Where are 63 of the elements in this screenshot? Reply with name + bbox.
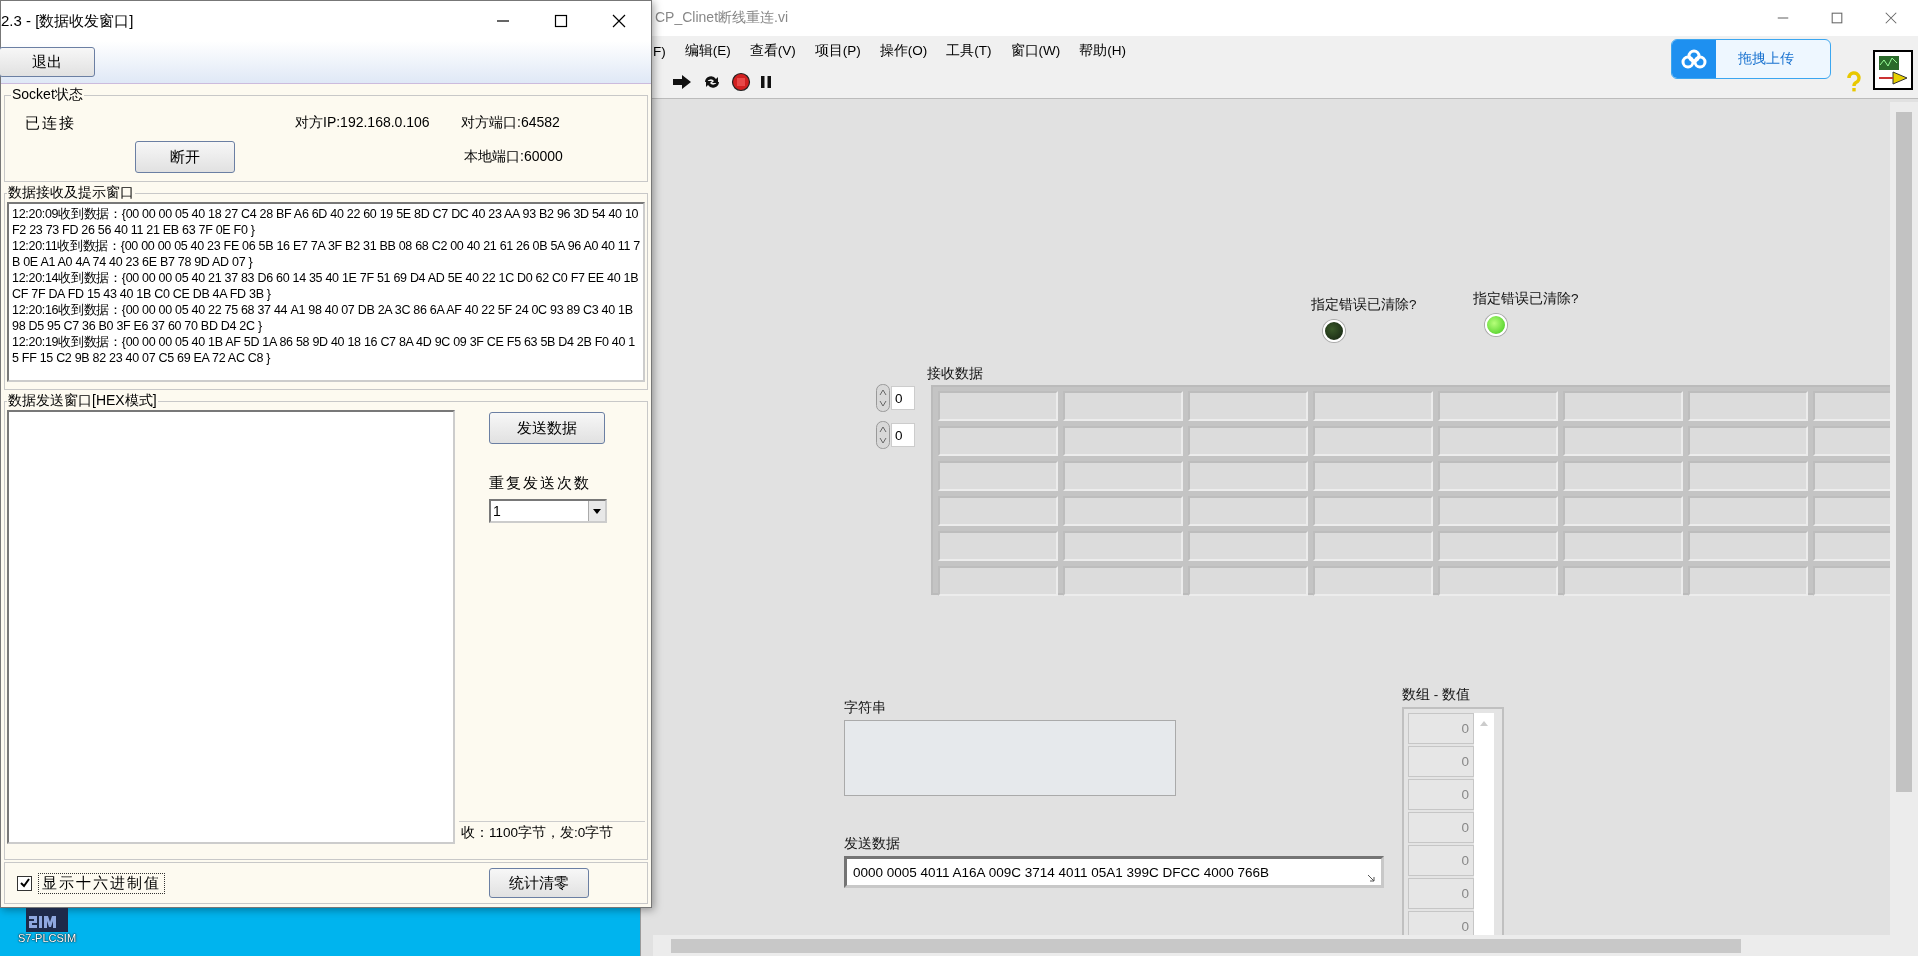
increment-decrement-icon[interactable] bbox=[876, 421, 890, 449]
array-index-field[interactable]: 0 bbox=[891, 423, 915, 447]
clear-stats-button[interactable]: 统计清零 bbox=[489, 868, 589, 898]
app-logo-icon bbox=[26, 908, 69, 932]
menu-item[interactable]: 帮助(H) bbox=[1079, 42, 1126, 60]
send-data-button[interactable]: 发送数据 bbox=[489, 412, 605, 444]
numeric-cell: 0 bbox=[1408, 713, 1474, 744]
increment-decrement-icon[interactable] bbox=[876, 384, 890, 412]
exit-button[interactable]: 退出 bbox=[0, 47, 95, 77]
array-label: 接收数据 bbox=[927, 365, 983, 383]
numeric-array-label: 数组 - 数值 bbox=[1402, 686, 1470, 704]
log-entry: 12:20:11收到数据：{00 00 00 05 40 23 FE 06 5B 16 E7 7A 3F B2 31 BB 08 68 C2 00 40 21 61 26 0B 5A 96 A0 40 11 7B 0E A1 A0 4A 74 40 23 6E B7 78 9D AD 07 } bbox=[12, 238, 640, 270]
numeric-cell: 0 bbox=[1408, 779, 1474, 810]
vi-icon bbox=[1873, 50, 1913, 90]
group-legend: 数据接收及提示窗口 bbox=[7, 184, 135, 202]
shortcut-label: S7-PLCSIM bbox=[18, 932, 77, 945]
group-legend: 数据发送窗口[HEX模式] bbox=[7, 392, 158, 410]
repeat-count-dropdown[interactable]: 1 bbox=[489, 499, 607, 523]
string-indicator-label: 字符串 bbox=[844, 699, 886, 717]
menu-item[interactable]: 窗口(W) bbox=[1010, 42, 1061, 60]
send-data-label: 发送数据 bbox=[844, 835, 900, 853]
remote-ip: 对方IP:192.168.0.106 bbox=[295, 114, 431, 132]
numeric-cell: 0 bbox=[1408, 878, 1474, 909]
run-arrow-icon[interactable] bbox=[671, 73, 693, 91]
abort-icon[interactable] bbox=[731, 72, 751, 92]
remote-port: 对方端口:64582 bbox=[461, 114, 560, 132]
pause-icon[interactable] bbox=[759, 74, 773, 90]
resize-grip-icon bbox=[1367, 874, 1375, 882]
menu-item[interactable]: 编辑(E) bbox=[684, 42, 731, 60]
log-entry: 12:20:09收到数据：{00 00 00 05 40 18 27 C4 28 BF A6 6D 40 22 60 19 5E 8D C7 DC 40 23 AA 93 B2 96 3D 54 40 10 F2 23 73 FD 26 56 40 11 21 EB 63 7F 0E F0 } bbox=[12, 206, 640, 238]
menu-item[interactable]: 工具(T) bbox=[946, 42, 992, 60]
menu-item[interactable]: 操作(O) bbox=[879, 42, 928, 60]
upload-button[interactable]: 拖拽上传 bbox=[1671, 39, 1831, 79]
cloud-icon bbox=[1672, 40, 1716, 78]
byte-counter: 收：1100字节，发:0字节 bbox=[459, 821, 645, 844]
vertical-scrollbar[interactable] bbox=[1890, 102, 1918, 935]
menu-item[interactable]: 项目(P) bbox=[814, 42, 861, 60]
menu-item[interactable]: 查看(V) bbox=[749, 42, 796, 60]
numeric-cell: 0 bbox=[1408, 911, 1474, 935]
menu-item[interactable]: F) bbox=[653, 43, 666, 59]
disconnect-button[interactable]: 断开 bbox=[135, 141, 235, 173]
checkmark-icon bbox=[18, 877, 31, 889]
window-title: CP_Clinet断线重连.vi bbox=[654, 9, 789, 27]
send-input-field[interactable] bbox=[7, 410, 455, 844]
send-data-field[interactable]: 0000 0005 4011 A16A 009C 3714 4011 05A1 399C DFCC 4000 766B bbox=[844, 856, 1384, 888]
checkbox[interactable] bbox=[17, 875, 32, 891]
numeric-cell: 0 bbox=[1408, 812, 1474, 843]
horizontal-scrollbar[interactable] bbox=[653, 935, 1918, 956]
local-port: 本地端口:60000 bbox=[464, 148, 563, 166]
window-title: 2.3 - [数据收发窗口] bbox=[1, 11, 135, 31]
numeric-cell: 0 bbox=[1408, 845, 1474, 876]
repeat-count-label: 重复发送次数 bbox=[489, 474, 591, 493]
led-label: 指定错误已清除? bbox=[1311, 296, 1417, 314]
maximize-icon[interactable] bbox=[553, 13, 569, 29]
log-entry: 12:20:19收到数据：{00 00 00 05 40 1B AF 5D 1A 86 58 9D 40 18 16 C7 8A 4D 9C 09 3F CE F5 63 5B D4 2B F0 40 15 FF 15 C2 9B 82 23 40 07 C5 69 EA 72 AC C8 } bbox=[12, 334, 636, 366]
group-legend: Socket状态 bbox=[11, 86, 84, 104]
log-entry: 12:20:14收到数据：{00 00 00 05 40 21 37 83 D6 60 14 35 40 1E 7F 51 69 D4 AD 5E 40 22 1C D0 62 C0 F7 EE 40 1B CF 7F DA FD 15 43 40 1B C0 CE DB 4A FD 3B } bbox=[12, 270, 640, 302]
array-index-field[interactable]: 0 bbox=[891, 386, 915, 410]
numeric-cell: 0 bbox=[1408, 746, 1474, 777]
close-icon[interactable] bbox=[611, 13, 627, 29]
led-label: 指定错误已清除? bbox=[1473, 290, 1579, 308]
connection-status: 已连接 bbox=[24, 113, 77, 133]
log-entry: 12:20:16收到数据：{00 00 00 05 40 22 75 68 37 44 A1 98 40 07 DB 2A 3C 86 6A AF 40 22 5F 24 0C 93 89 C3 40 1B 98 D5 95 C7 36 B0 3F E6 37 60 70 BD D4 2C } bbox=[12, 302, 634, 334]
